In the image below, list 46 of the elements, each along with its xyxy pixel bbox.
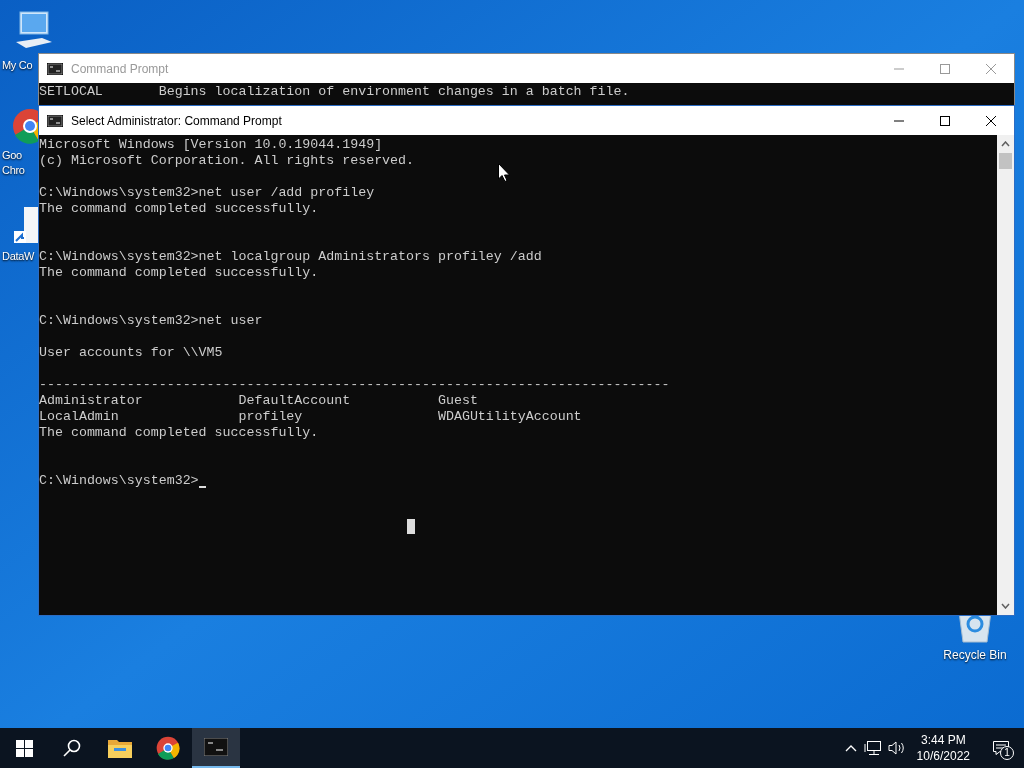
console-line: The command completed successfully. [39, 201, 319, 217]
block-cursor-icon [407, 519, 415, 534]
console-line: SETLOCAL Begins localization of environment changes in a batch file. [39, 84, 631, 100]
console-line: (c) Microsoft Corporation. All rights reserved. [39, 153, 415, 169]
console-line: The command completed successfully. [39, 265, 319, 281]
close-icon [986, 63, 996, 74]
maximize-icon [940, 63, 950, 74]
maximize-icon [940, 115, 950, 126]
speaker-icon[interactable] [887, 740, 906, 756]
console-line: C:\Windows\system32>net user /add profiley [39, 185, 375, 201]
notification-icon[interactable] [992, 740, 1010, 756]
console-icon [47, 114, 63, 127]
console-line: The command completed successfully. [39, 425, 319, 441]
console-line: Microsoft Windows [Version 10.0.19044.1949] [39, 137, 383, 153]
notification-badge: 1 [1000, 746, 1014, 760]
text-cursor [198, 486, 206, 488]
chrome-icon [156, 736, 180, 760]
scroll-up-icon[interactable] [1001, 141, 1010, 147]
clock-time[interactable]: 3:44 PM [920, 732, 966, 748]
scrollbar[interactable] [997, 135, 1014, 615]
mouse-pointer-icon [498, 163, 510, 182]
clock-date[interactable]: 10/6/2022 [916, 748, 970, 764]
console-line: User accounts for \\VM5 [39, 345, 223, 361]
console-line: C:\Windows\system32>net localgroup Administrators profiley /add [39, 249, 542, 265]
window-title: Command Prompt [71, 60, 169, 78]
windows-logo-icon [15, 739, 33, 757]
console-line: ------------------------------------------------------------------------------- [39, 377, 670, 393]
window-title: Select Administrator: Command Prompt [71, 112, 282, 130]
close-icon [986, 115, 996, 126]
console-prompt: C:\Windows\system32> [39, 473, 199, 489]
desktop-icon-label[interactable]: DataW [2, 249, 35, 264]
chevron-up-icon[interactable] [844, 744, 857, 752]
console-icon [204, 738, 228, 756]
console-line: Administrator DefaultAccount Guest [39, 393, 478, 409]
console-icon [47, 62, 63, 75]
console-line: C:\Windows\system32>net user [39, 313, 263, 329]
desktop-icon-label[interactable]: Recycle Bin [943, 648, 1007, 663]
taskbar-button[interactable] [192, 728, 240, 768]
console-line: LocalAdmin profiley WDAGUtilityAccount [39, 409, 582, 425]
folder-icon [108, 738, 132, 758]
network-icon[interactable] [863, 740, 882, 756]
desktop-icon-label[interactable]: Goo Chro [2, 148, 25, 178]
scroll-down-icon[interactable] [1001, 603, 1010, 609]
scroll-thumb[interactable] [999, 153, 1012, 169]
search-icon [63, 739, 81, 757]
desktop-icon-label[interactable]: My Co [2, 58, 33, 73]
